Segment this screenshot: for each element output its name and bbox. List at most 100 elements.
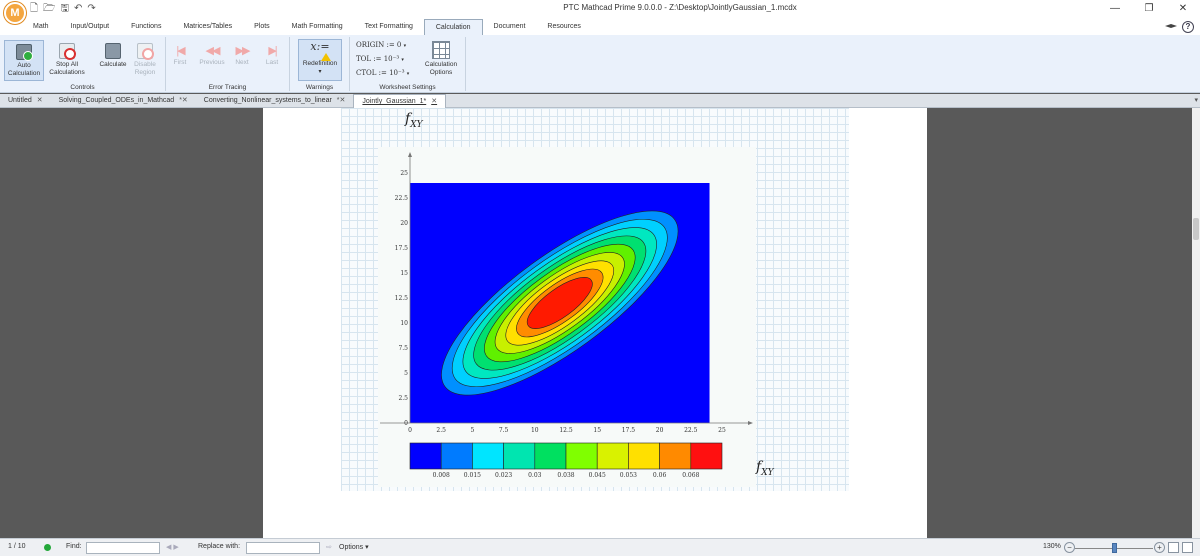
warnings-label: Warnings [305, 84, 334, 91]
replace-icon[interactable]: ⇨ [326, 543, 332, 551]
zoom-in-icon[interactable]: + [1154, 542, 1165, 553]
y-tick-label: 20 [400, 220, 408, 227]
first-icon: |◀ [176, 45, 185, 57]
previous-label: Previous [199, 59, 225, 66]
ribbon-tab-plots[interactable]: Plots [243, 19, 281, 35]
calc-options-label-2: Options [429, 69, 453, 76]
calculate-label: Calculate [99, 61, 127, 68]
first-label: First [173, 59, 187, 66]
mathcad-logo-icon[interactable]: M [4, 2, 26, 24]
find-input[interactable] [86, 542, 160, 554]
document-tab-label: Solving_Coupled_ODEs_in_Mathcad [58, 97, 175, 104]
close-tab-icon[interactable]: ✕ [431, 98, 437, 105]
origin-dropdown-icon: ▾ [403, 43, 407, 49]
auto-calculation-button[interactable]: Auto Calculation [4, 40, 44, 81]
redefinition-button[interactable]: x:= Redefinition ▾ [298, 39, 342, 81]
contour-plot[interactable]: 0 2.5 5 7.5 10 12.5 15 17.5 20 22.5 25 0 2.5 5 7.5 10 12… [378, 147, 756, 487]
redefinition-dropdown-icon: ▾ [318, 69, 322, 75]
y-tick-label: 2.5 [398, 395, 408, 402]
ribbon-tab-document[interactable]: Document [483, 19, 537, 35]
minimize-button[interactable]: — [1098, 0, 1132, 19]
tol-setting[interactable]: TOL := 10⁻³ ▾ [356, 55, 404, 63]
window-title: PTC Mathcad Prime 9.0.0.0 - Z:\Desktop\J… [563, 3, 797, 12]
ribbon-tab-math[interactable]: Math [22, 19, 60, 35]
plot-label-top[interactable]: fXY [405, 111, 423, 130]
calculator-icon [105, 43, 121, 59]
next-error-button[interactable]: ▶▶ Next [230, 43, 254, 67]
ribbon-tab-calculation[interactable]: Calculation [423, 19, 483, 35]
ribbon-tab-bar: Math Input/Output Functions Matrices/Tables… [0, 19, 1200, 35]
controls-group-label: Controls [70, 84, 95, 91]
find-nav-icon[interactable]: ◀ ▶ [166, 543, 179, 551]
disable-region-button[interactable]: Disable Region [130, 43, 160, 77]
options-button[interactable]: Options ▾ [339, 543, 369, 551]
y-tick-label: 25 [400, 170, 408, 177]
close-tab-icon[interactable]: *✕ [179, 97, 188, 104]
x-tick-label: 17.5 [622, 427, 636, 434]
document-tab-label: Converting_Nonlinear_systems_to_linear [203, 97, 332, 104]
colorbar-swatch [534, 442, 567, 470]
y-tick-label: 22.5 [395, 195, 409, 202]
ribbon-tab-math-formatting[interactable]: Math Formatting [281, 19, 354, 35]
worksheet-settings-group: ORIGIN := 0 ▾ TOL := 10⁻³ ▾ CTOL := 10⁻³… [350, 37, 466, 91]
ribbon-tab-resources[interactable]: Resources [536, 19, 591, 35]
error-tracing-label: Error Tracing [208, 84, 247, 91]
first-error-button[interactable]: |◀ First [168, 43, 192, 67]
document-tab[interactable]: Jointly_Gaussian_1* ✕ [353, 94, 447, 108]
colorbar-swatch [596, 442, 629, 470]
colorbar-swatch [659, 442, 692, 470]
x-tick-label: 7.5 [499, 427, 509, 434]
plot-label-legend[interactable]: fXY [756, 459, 774, 478]
y-tick-label: 0 [404, 420, 408, 427]
x-tick-label: 20 [656, 427, 664, 434]
origin-setting[interactable]: ORIGIN := 0 ▾ [356, 41, 406, 49]
ribbon-tab-input-output[interactable]: Input/Output [60, 19, 121, 35]
x-tick-label: 25 [718, 427, 726, 434]
ctol-setting[interactable]: CTOL := 10⁻³ ▾ [356, 69, 409, 77]
colorbar-label: 0.023 [495, 472, 512, 479]
document-tab-label: Untitled [8, 97, 32, 104]
calculate-button[interactable]: Calculate [96, 43, 130, 69]
colorbar-label: 0.06 [653, 472, 667, 479]
stop-all-label: Stop All [55, 61, 79, 68]
zoom-slider-thumb[interactable] [1112, 543, 1117, 553]
tol-value: TOL := 10⁻³ [356, 55, 400, 63]
x-tick-label: 5 [470, 427, 474, 434]
replace-input[interactable] [246, 542, 320, 554]
close-button[interactable]: ✕ [1166, 0, 1200, 19]
y-tick-label: 10 [400, 320, 408, 327]
vertical-scrollbar[interactable] [1192, 108, 1200, 538]
options-label: Options [339, 544, 364, 551]
ribbon-tab-matrices-tables[interactable]: Matrices/Tables [172, 19, 243, 35]
stop-calculation-icon [59, 43, 76, 60]
tol-dropdown-icon: ▾ [401, 57, 404, 63]
document-tab[interactable]: Solving_Coupled_ODEs_in_Mathcad *✕ [51, 94, 196, 108]
x-tick-label: 2.5 [436, 427, 446, 434]
x-tick-label: 22.5 [684, 427, 698, 434]
close-tab-icon[interactable]: *✕ [337, 97, 346, 104]
warnings-group: x:= Redefinition ▾ Warnings [290, 37, 350, 91]
document-tab[interactable]: Converting_Nonlinear_systems_to_linear *✕ [196, 94, 354, 108]
y-tick-label: 15 [400, 270, 408, 277]
y-tick-label: 5 [404, 370, 408, 377]
page-view-icon[interactable] [1168, 542, 1179, 553]
learning-hat-icon[interactable] [1164, 21, 1178, 33]
scrollbar-thumb[interactable] [1193, 218, 1199, 240]
restore-button[interactable]: ❐ [1132, 0, 1166, 19]
ribbon-tab-text-formatting[interactable]: Text Formatting [354, 19, 424, 35]
calculation-options-button[interactable]: Calculation Options [420, 41, 462, 77]
zoom-level: 130% [1043, 543, 1061, 550]
close-tab-icon[interactable]: ✕ [37, 97, 43, 104]
last-error-button[interactable]: ▶| Last [260, 43, 284, 67]
last-icon: ▶| [268, 45, 277, 57]
help-icon[interactable]: ? [1182, 21, 1194, 33]
draft-view-icon[interactable] [1182, 542, 1193, 553]
status-bar: 1 / 10 Find: ◀ ▶ Replace with: ⇨ Options… [0, 538, 1200, 556]
document-tab[interactable]: Untitled ✕ [0, 94, 51, 108]
ribbon-tab-functions[interactable]: Functions [120, 19, 172, 35]
document-list-dropdown-icon[interactable]: ▾ [1194, 96, 1198, 104]
y-tick-label: 17.5 [395, 245, 409, 252]
stop-all-calculations-button[interactable]: Stop All Calculations [46, 43, 88, 77]
zoom-out-icon[interactable]: − [1064, 542, 1075, 553]
previous-error-button[interactable]: ◀◀ Previous [196, 43, 228, 67]
